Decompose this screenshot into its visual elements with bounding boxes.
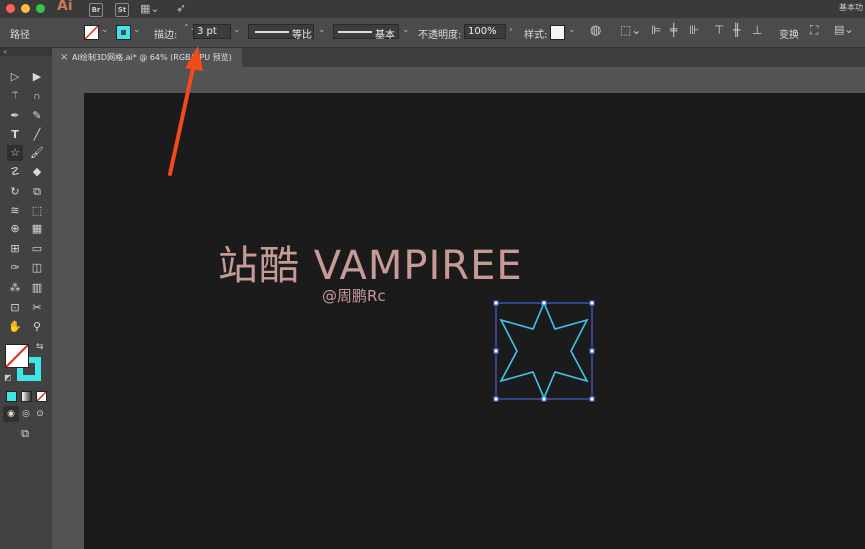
brush-label: 基本 <box>375 30 395 41</box>
draw-inside-icon[interactable]: ⊙ <box>32 406 48 422</box>
pen-tool-icon[interactable]: ✒ <box>7 108 23 124</box>
transform-button[interactable]: 变换 <box>779 26 799 41</box>
profile-dropdown-icon[interactable]: ⌄ <box>318 25 326 35</box>
width-tool-icon[interactable]: ≋ <box>7 203 23 219</box>
none-mode-icon[interactable] <box>36 391 47 402</box>
shape-builder-tool-icon[interactable]: ⊕ <box>7 221 23 237</box>
stroke-weight-value: 3 pt <box>197 26 217 37</box>
opacity-arrow-icon[interactable]: › <box>509 25 513 35</box>
selection-bounding-box <box>495 302 593 400</box>
curvature-tool-icon[interactable]: ✎ <box>29 108 45 124</box>
stroke-weight-field[interactable]: 3 pt <box>193 24 231 39</box>
eraser-tool-icon[interactable]: ◆ <box>29 164 45 180</box>
close-tab-icon[interactable]: × <box>60 48 68 67</box>
align-left-icon[interactable]: ⊫ <box>651 23 661 37</box>
star-tool-icon[interactable]: ☆ <box>7 145 23 161</box>
align-horizontal-center-icon[interactable]: ╪ <box>670 23 677 37</box>
control-bar: 路径 ⌄ ⌄ 描边: ⌃⌄ 3 pt ⌄ 等比 ⌄ 基本 ⌄ 不透明度: 100… <box>0 18 865 48</box>
brush-definition[interactable]: 基本 <box>333 24 399 41</box>
align-to-icon[interactable]: ⬚⌄ <box>620 23 641 37</box>
lasso-tool-icon[interactable]: ဂ <box>29 88 45 104</box>
annotation-arrow <box>168 46 203 176</box>
profile-label: 等比 <box>292 30 312 41</box>
document-tab-strip: × AI绘制3D网格.ai* @ 64% (RGB/GPU 预览) <box>0 48 865 67</box>
magic-wand-tool-icon[interactable]: ⚚ <box>7 88 23 104</box>
mesh-tool-icon[interactable]: ⊞ <box>7 241 23 257</box>
graphic-style-swatch[interactable] <box>550 25 565 40</box>
isolate-group-icon[interactable]: ⛶ <box>810 23 818 38</box>
type-tool-icon[interactable]: T <box>7 127 23 143</box>
opacity-field[interactable]: 100% <box>464 24 506 39</box>
bridge-button[interactable]: Br <box>89 3 103 17</box>
collapse-panel-icon[interactable]: « <box>0 48 52 56</box>
shaper-tool-icon[interactable]: ☡ <box>7 164 23 180</box>
title-bar: Ai Br St ▦⌄ ➶ 基本功 <box>0 0 865 18</box>
opacity-value: 100% <box>468 26 497 37</box>
stroke-label[interactable]: 描边: <box>154 26 177 41</box>
artboard-subtitle-text: @周鹏Rc <box>322 287 386 305</box>
selection-handles <box>493 300 595 402</box>
fill-dropdown-icon[interactable]: ⌄ <box>101 25 109 35</box>
swap-fill-stroke-icon[interactable]: ⇆ <box>36 342 44 352</box>
perspective-grid-tool-icon[interactable]: ▦ <box>29 221 45 237</box>
align-vertical-center-icon[interactable]: ╫ <box>733 23 740 37</box>
paintbrush-tool-icon[interactable]: 🖌 <box>29 145 45 161</box>
align-bottom-icon[interactable]: ⊥ <box>752 23 762 37</box>
symbol-sprayer-tool-icon[interactable]: ⁂ <box>7 280 23 296</box>
opacity-label[interactable]: 不透明度: <box>418 26 461 41</box>
align-top-icon[interactable]: ⊤ <box>714 23 724 37</box>
line-segment-tool-icon[interactable]: ╱ <box>29 127 45 143</box>
color-mode-icon[interactable] <box>6 391 17 402</box>
slice-tool-icon[interactable]: ✂ <box>29 300 45 316</box>
gpu-rocket-icon[interactable]: ➶ <box>176 1 186 15</box>
document-tab[interactable]: × AI绘制3D网格.ai* @ 64% (RGB/GPU 预览) <box>52 48 242 67</box>
eyedropper-tool-icon[interactable]: ✑ <box>7 260 23 276</box>
close-window-button[interactable] <box>6 4 15 13</box>
blend-tool-icon[interactable]: ◫ <box>29 260 45 276</box>
brush-dropdown-icon[interactable]: ⌄ <box>402 25 410 35</box>
recolor-artwork-icon[interactable]: ◍ <box>590 23 601 38</box>
artboard-tool-icon[interactable]: ⊡ <box>7 300 23 316</box>
zoom-tool-icon[interactable]: ⚲ <box>29 319 45 335</box>
variable-width-profile[interactable]: 等比 <box>248 24 314 41</box>
align-right-icon[interactable]: ⊪ <box>689 23 699 37</box>
gradient-mode-icon[interactable] <box>21 391 32 402</box>
hand-tool-icon[interactable]: ✋ <box>7 319 23 335</box>
star-path <box>499 300 589 401</box>
style-dropdown-icon[interactable]: ⌄ <box>568 25 576 35</box>
stock-button[interactable]: St <box>115 3 129 17</box>
stroke-swatch[interactable] <box>116 25 131 40</box>
app-logo: Ai <box>57 0 73 14</box>
draw-normal-icon[interactable]: ◉ <box>3 406 19 422</box>
rotate-tool-icon[interactable]: ↻ <box>7 184 23 200</box>
workspace-switcher[interactable]: 基本功 <box>839 2 863 13</box>
artboard-title-text: 站酷 VAMPIREE <box>218 243 523 289</box>
stroke-weight-dropdown-icon[interactable]: ⌄ <box>233 25 241 35</box>
column-graph-tool-icon[interactable]: ▥ <box>29 280 45 296</box>
more-options-icon[interactable]: ▤⌄ <box>834 23 854 36</box>
fill-color-indicator[interactable] <box>5 344 29 368</box>
star-shape[interactable] <box>490 298 600 406</box>
default-fill-stroke-icon[interactable]: ◩ <box>4 373 12 382</box>
tools-panel: « ▷ ▶ ⚚ ဂ ✒ ✎ T ╱ ☆ 🖌 ☡ ◆ ↻ ⧉ ≋ ⬚ ⊕ ▦ ⊞ … <box>0 48 52 549</box>
stroke-dropdown-icon[interactable]: ⌄ <box>133 25 141 35</box>
gradient-tool-icon[interactable]: ▭ <box>29 241 45 257</box>
zoom-window-button[interactable] <box>36 4 45 13</box>
direct-selection-tool-icon[interactable]: ▶ <box>29 69 45 85</box>
free-transform-tool-icon[interactable]: ⬚ <box>29 203 45 219</box>
selection-type-label: 路径 <box>10 30 30 41</box>
minimize-window-button[interactable] <box>21 4 30 13</box>
change-screen-mode-icon[interactable]: ⧉ <box>17 426 33 442</box>
fill-swatch[interactable] <box>84 25 99 40</box>
arrange-documents-icon[interactable]: ▦⌄ <box>140 2 160 15</box>
style-label: 样式: <box>524 30 548 41</box>
selection-tool-icon[interactable]: ▷ <box>7 69 23 85</box>
scale-tool-icon[interactable]: ⧉ <box>29 184 45 200</box>
